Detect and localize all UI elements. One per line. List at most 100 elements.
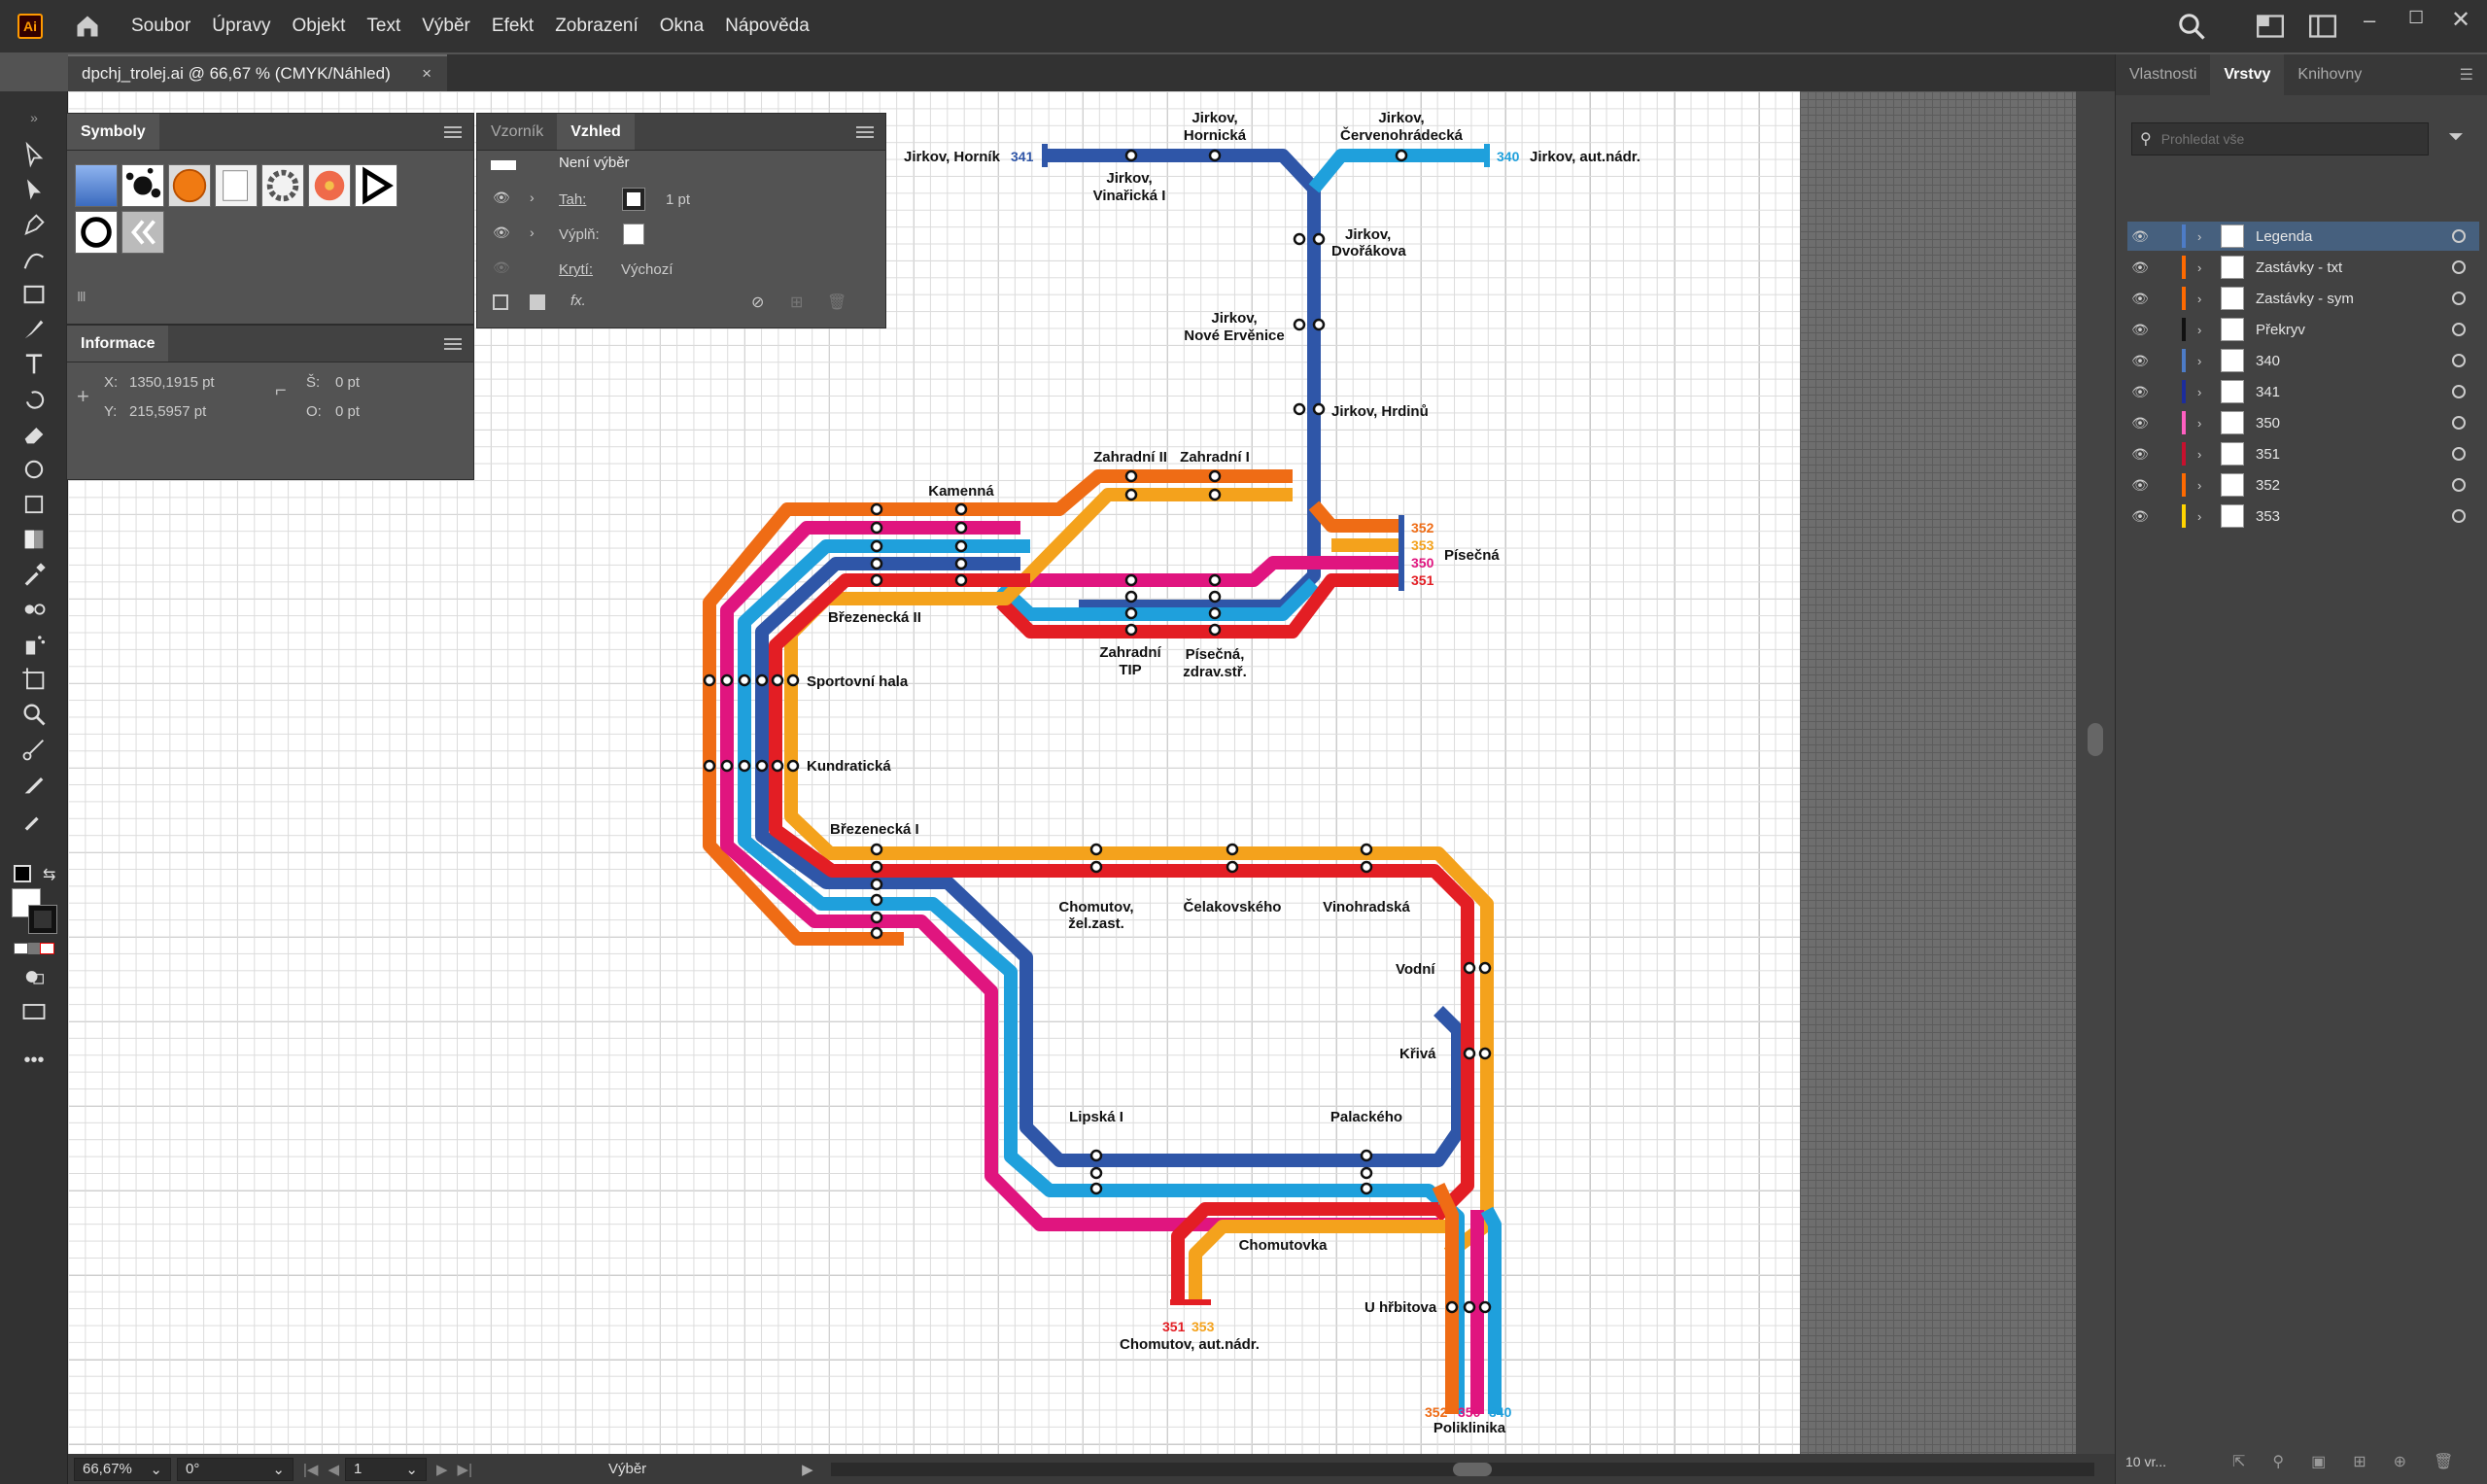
target-icon[interactable] bbox=[2452, 447, 2466, 461]
color-mode-icons[interactable] bbox=[14, 943, 55, 954]
stop-marker[interactable] bbox=[1208, 606, 1222, 620]
tab-info[interactable]: Informace bbox=[67, 326, 169, 362]
stop-marker[interactable] bbox=[870, 926, 883, 940]
fx-icon[interactable]: fx. bbox=[570, 293, 586, 309]
stroke-visibility-icon[interactable]: 👁 bbox=[493, 190, 510, 206]
rotation-dropdown-icon[interactable]: ⌄ bbox=[272, 1461, 285, 1478]
stop-marker[interactable] bbox=[954, 521, 968, 535]
stop-marker[interactable] bbox=[1478, 1047, 1492, 1060]
direct-selection-tool-icon[interactable] bbox=[17, 175, 51, 204]
rotation-field[interactable]: 0° ⌄ bbox=[177, 1457, 294, 1481]
type-tool-icon[interactable] bbox=[17, 350, 51, 379]
stop-marker[interactable] bbox=[1226, 860, 1239, 874]
layer-row[interactable]: 👁 › Zastávky - txt bbox=[2127, 253, 2479, 282]
stop-marker[interactable] bbox=[1124, 488, 1138, 501]
target-icon[interactable] bbox=[2452, 416, 2466, 430]
document-tab[interactable]: dpchj_trolej.ai @ 66,67 % (CMYK/Náhled) … bbox=[68, 54, 447, 91]
stop-marker[interactable] bbox=[954, 573, 968, 587]
stop-marker[interactable] bbox=[1360, 1166, 1373, 1180]
stop-marker[interactable] bbox=[1124, 149, 1138, 162]
stop-marker[interactable] bbox=[1463, 961, 1476, 975]
stop-marker[interactable] bbox=[771, 673, 784, 687]
stop-marker[interactable] bbox=[1124, 590, 1138, 604]
home-icon[interactable] bbox=[74, 13, 101, 40]
selection-tool-icon[interactable] bbox=[17, 140, 51, 169]
layers-search-input[interactable] bbox=[2160, 131, 2395, 147]
stop-marker[interactable] bbox=[870, 843, 883, 856]
stop-marker[interactable] bbox=[870, 539, 883, 553]
visibility-icon[interactable]: 👁 bbox=[2127, 384, 2153, 400]
layer-row[interactable]: 👁 › 351 bbox=[2127, 439, 2479, 468]
free-transform-tool-icon[interactable] bbox=[17, 490, 51, 519]
expand-layer-icon[interactable]: › bbox=[2197, 416, 2207, 431]
menu-napoveda[interactable]: Nápověda bbox=[725, 16, 810, 37]
last-artboard-icon[interactable]: ▶| bbox=[458, 1461, 472, 1478]
visibility-icon[interactable]: 👁 bbox=[2127, 353, 2153, 369]
stop-marker[interactable] bbox=[755, 673, 769, 687]
stop-marker[interactable] bbox=[1360, 843, 1373, 856]
artboard-dropdown-icon[interactable]: ⌄ bbox=[405, 1461, 418, 1478]
target-icon[interactable] bbox=[2452, 385, 2466, 398]
stop-marker[interactable] bbox=[954, 502, 968, 516]
knife-tool-icon[interactable] bbox=[17, 770, 51, 799]
layer-row[interactable]: 👁 › Zastávky - sym bbox=[2127, 284, 2479, 313]
expand-layer-icon[interactable]: › bbox=[2197, 478, 2207, 493]
gradient-tool-icon[interactable] bbox=[17, 525, 51, 554]
artboard-tool-icon[interactable] bbox=[17, 665, 51, 694]
next-artboard-icon[interactable]: ▶ bbox=[436, 1461, 448, 1478]
stop-marker[interactable] bbox=[738, 759, 751, 773]
stop-marker[interactable] bbox=[870, 521, 883, 535]
stop-marker[interactable] bbox=[1208, 573, 1222, 587]
export-icon[interactable]: ⇱ bbox=[2232, 1452, 2245, 1471]
menu-efekt[interactable]: Efekt bbox=[492, 16, 534, 37]
visibility-icon[interactable]: 👁 bbox=[2127, 415, 2153, 431]
stop-marker[interactable] bbox=[954, 557, 968, 570]
workspace-icon[interactable] bbox=[2257, 14, 2284, 39]
stop-marker[interactable] bbox=[870, 557, 883, 570]
layer-name[interactable]: Legenda bbox=[2256, 228, 2452, 245]
warp-tool-icon[interactable] bbox=[17, 455, 51, 484]
prev-artboard-icon[interactable]: ◀ bbox=[328, 1461, 339, 1478]
zoom-dropdown-icon[interactable]: ⌄ bbox=[150, 1461, 162, 1478]
target-icon[interactable] bbox=[2452, 354, 2466, 367]
stop-marker[interactable] bbox=[1312, 402, 1326, 416]
stop-marker[interactable] bbox=[755, 759, 769, 773]
layer-row[interactable]: 👁 › 352 bbox=[2127, 470, 2479, 500]
stop-marker[interactable] bbox=[1208, 149, 1222, 162]
default-colors-icon[interactable] bbox=[14, 865, 31, 882]
layer-name[interactable]: 351 bbox=[2256, 446, 2452, 463]
stop-marker[interactable] bbox=[1208, 469, 1222, 483]
stop-marker[interactable] bbox=[1360, 1182, 1373, 1195]
expand-layer-icon[interactable]: › bbox=[2197, 292, 2207, 306]
layer-name[interactable]: Zastávky - txt bbox=[2256, 259, 2452, 276]
stop-marker[interactable] bbox=[738, 673, 751, 687]
delete-layer-icon[interactable]: 🗑 bbox=[2434, 1452, 2453, 1471]
tab-vzhled[interactable]: Vzhled bbox=[557, 114, 635, 150]
screen-mode-icon[interactable] bbox=[17, 997, 51, 1026]
visibility-icon[interactable]: 👁 bbox=[2127, 477, 2153, 494]
target-icon[interactable] bbox=[2452, 229, 2466, 243]
symbol-orange-button[interactable] bbox=[168, 164, 211, 207]
menu-okna[interactable]: Okna bbox=[660, 16, 704, 37]
stop-marker[interactable] bbox=[1089, 1182, 1103, 1195]
symbol-wreath[interactable] bbox=[261, 164, 304, 207]
target-icon[interactable] bbox=[2452, 323, 2466, 336]
expand-layer-icon[interactable]: › bbox=[2197, 385, 2207, 399]
artboard-field[interactable]: 1 ⌄ bbox=[344, 1457, 427, 1481]
expand-layer-icon[interactable]: › bbox=[2197, 260, 2207, 275]
layer-name[interactable]: Zastávky - sym bbox=[2256, 291, 2452, 307]
symbol-page[interactable] bbox=[215, 164, 258, 207]
expand-layer-icon[interactable]: › bbox=[2197, 354, 2207, 368]
vertical-scrollbar[interactable] bbox=[2076, 91, 2115, 1454]
zoom-tool-icon[interactable] bbox=[17, 700, 51, 729]
opacity-label[interactable]: Krytí: bbox=[559, 261, 593, 278]
maximize-icon[interactable]: ☐ bbox=[2408, 8, 2424, 28]
layer-row[interactable]: 👁 › Legenda bbox=[2127, 222, 2479, 251]
stop-marker[interactable] bbox=[870, 893, 883, 907]
stop-marker[interactable] bbox=[1293, 232, 1306, 246]
visibility-icon[interactable]: 👁 bbox=[2127, 446, 2153, 463]
new-sublayer-icon[interactable]: ⊞ bbox=[2353, 1452, 2366, 1471]
tab-vzornik[interactable]: Vzorník bbox=[477, 114, 557, 150]
scissors-tool-icon[interactable] bbox=[17, 735, 51, 764]
menu-upravy[interactable]: Úpravy bbox=[212, 16, 270, 37]
